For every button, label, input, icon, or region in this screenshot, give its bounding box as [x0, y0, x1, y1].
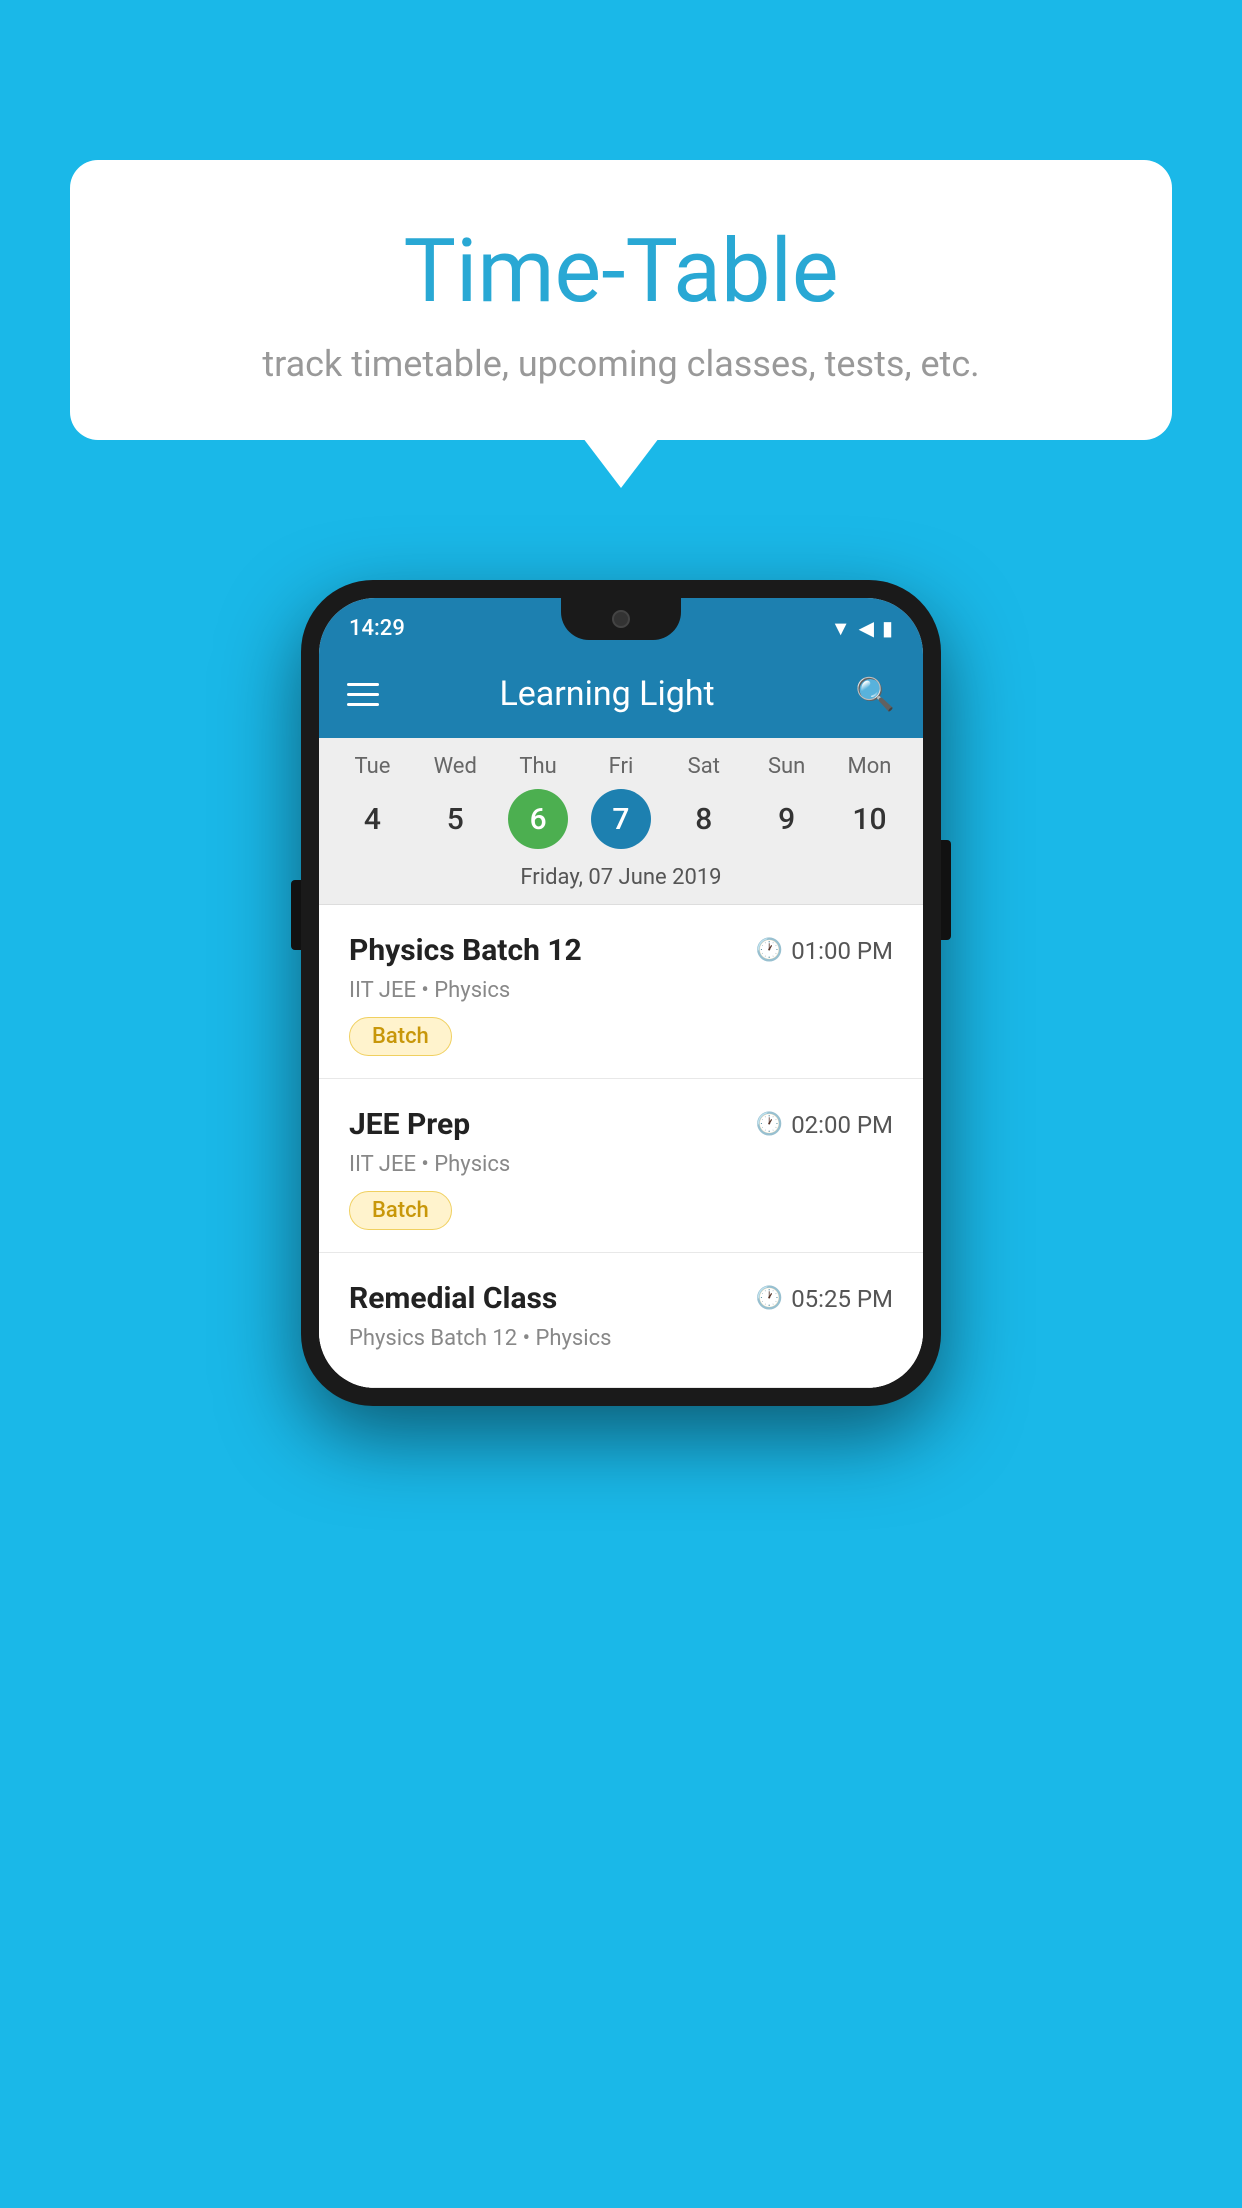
status-icons: ▼ ◀ ▮ [831, 616, 893, 641]
clock-icon: 🕐 [756, 938, 783, 963]
wifi-icon: ▼ [831, 616, 851, 641]
day-col-tue[interactable]: Tue 4 [333, 754, 411, 849]
speech-bubble-wrapper: Time-Table track timetable, upcoming cla… [70, 160, 1172, 440]
day-name: Wed [434, 754, 477, 779]
day-name: Sat [688, 754, 720, 779]
day-col-sat[interactable]: Sat 8 [665, 754, 743, 849]
phone-outer: 14:29 ▼ ◀ ▮ Learning Light 🔍 Tue [301, 580, 941, 1406]
item-header: Physics Batch 12 🕐 01:00 PM [349, 933, 893, 968]
day-number[interactable]: 6 [508, 789, 568, 849]
batch-tag: Batch [349, 1191, 452, 1230]
time-text: 05:25 PM [791, 1285, 893, 1313]
item-subtitle: IIT JEE • Physics [349, 1152, 893, 1177]
item-time: 🕐 02:00 PM [756, 1111, 893, 1139]
clock-icon: 🕐 [756, 1112, 783, 1137]
day-number[interactable]: 8 [674, 789, 734, 849]
day-col-mon[interactable]: Mon 10 [830, 754, 908, 849]
search-icon[interactable]: 🔍 [855, 675, 895, 713]
item-header: Remedial Class 🕐 05:25 PM [349, 1281, 893, 1316]
schedule-item[interactable]: Physics Batch 12 🕐 01:00 PM IIT JEE • Physi… [319, 905, 923, 1079]
battery-icon: ▮ [882, 616, 893, 640]
schedule-item[interactable]: JEE Prep 🕐 02:00 PM IIT JEE • Physics Batch [319, 1079, 923, 1253]
selected-date-label: Friday, 07 June 2019 [319, 849, 923, 905]
day-number[interactable]: 4 [342, 789, 402, 849]
day-name: Mon [848, 754, 892, 779]
app-bar: Learning Light 🔍 [319, 650, 923, 738]
day-col-fri[interactable]: Fri 7 [582, 754, 660, 849]
phone-screen: 14:29 ▼ ◀ ▮ Learning Light 🔍 Tue [319, 598, 923, 1388]
bubble-title: Time-Table [150, 220, 1092, 323]
day-col-sun[interactable]: Sun 9 [748, 754, 826, 849]
item-time: 🕐 05:25 PM [756, 1285, 893, 1313]
bubble-subtitle: track timetable, upcoming classes, tests… [150, 343, 1092, 385]
item-title: Physics Batch 12 [349, 933, 582, 968]
phone-notch [561, 598, 681, 640]
day-col-thu[interactable]: Thu 6 [499, 754, 577, 849]
day-number[interactable]: 9 [757, 789, 817, 849]
day-name: Sun [768, 754, 805, 779]
item-time: 🕐 01:00 PM [756, 937, 893, 965]
menu-icon[interactable] [347, 683, 379, 706]
time-text: 01:00 PM [791, 937, 893, 965]
time-text: 02:00 PM [791, 1111, 893, 1139]
camera [612, 610, 630, 628]
schedule-item[interactable]: Remedial Class 🕐 05:25 PM Physics Batch 12 … [319, 1253, 923, 1388]
item-subtitle: Physics Batch 12 • Physics [349, 1326, 893, 1351]
day-name: Thu [519, 754, 556, 779]
speech-bubble: Time-Table track timetable, upcoming cla… [70, 160, 1172, 440]
days-header: Tue 4 Wed 5 Thu 6 Fri 7 Sat 8 Sun 9 Mon 10 [319, 754, 923, 849]
status-time: 14:29 [349, 616, 405, 641]
signal-icon: ◀ [859, 616, 874, 640]
day-col-wed[interactable]: Wed 5 [416, 754, 494, 849]
item-header: JEE Prep 🕐 02:00 PM [349, 1107, 893, 1142]
calendar-strip: Tue 4 Wed 5 Thu 6 Fri 7 Sat 8 Sun 9 Mon 10 Friday, 07… [319, 738, 923, 905]
day-number[interactable]: 7 [591, 789, 651, 849]
app-title: Learning Light [383, 674, 831, 714]
batch-tag: Batch [349, 1017, 452, 1056]
day-number[interactable]: 5 [425, 789, 485, 849]
day-name: Fri [609, 754, 634, 779]
clock-icon: 🕐 [756, 1286, 783, 1311]
phone-mockup: 14:29 ▼ ◀ ▮ Learning Light 🔍 Tue [301, 580, 941, 1406]
schedule-list: Physics Batch 12 🕐 01:00 PM IIT JEE • Physi… [319, 905, 923, 1388]
item-subtitle: IIT JEE • Physics [349, 978, 893, 1003]
item-title: JEE Prep [349, 1107, 470, 1142]
day-number[interactable]: 10 [839, 789, 899, 849]
day-name: Tue [354, 754, 390, 779]
item-title: Remedial Class [349, 1281, 557, 1316]
